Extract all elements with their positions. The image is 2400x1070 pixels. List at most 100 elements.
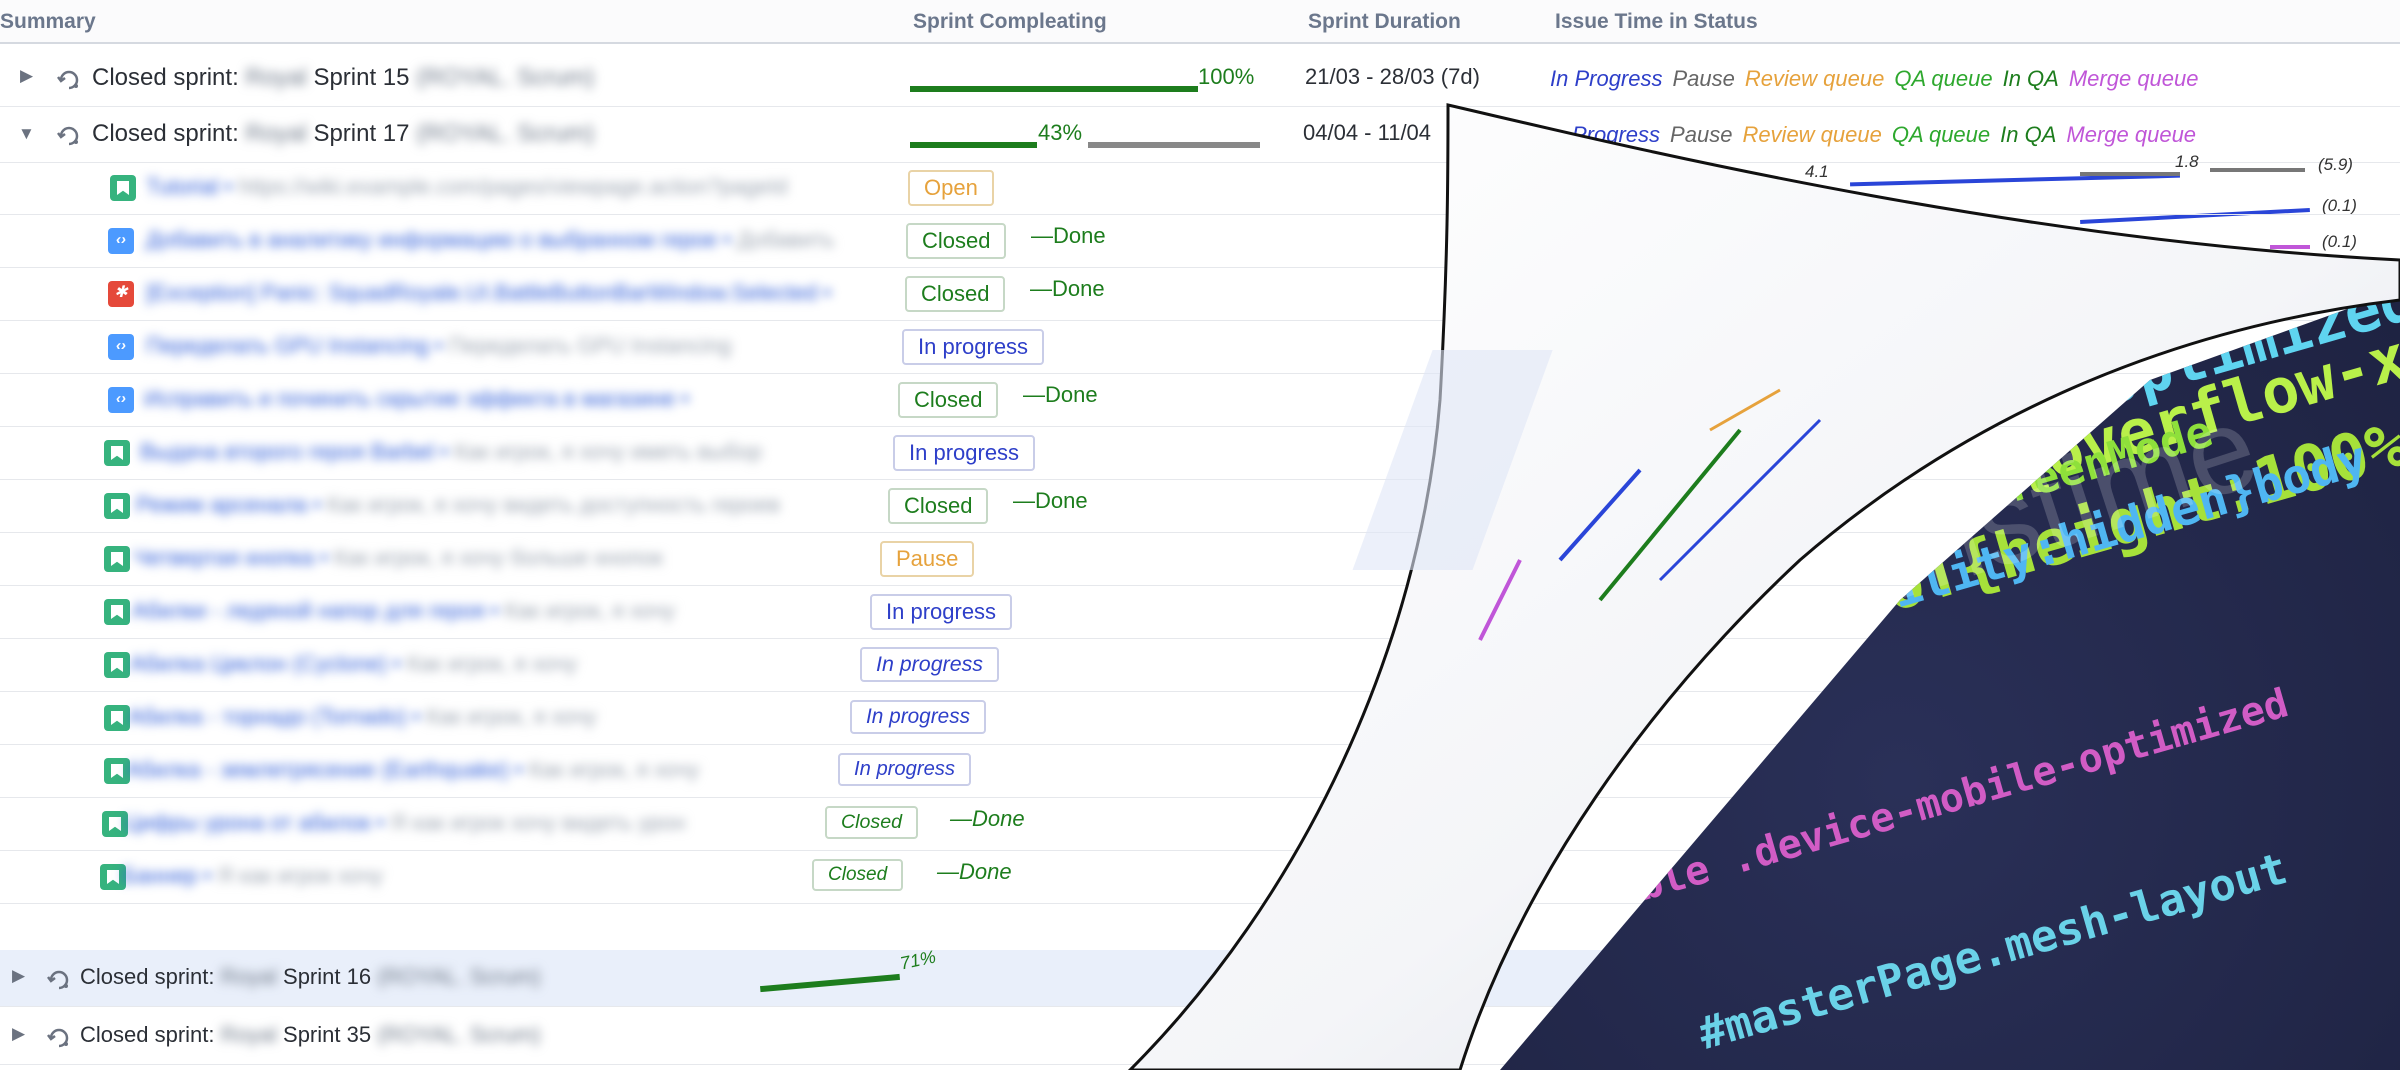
issue-title-text: Добавить в аналитику информацию о выбран… (146, 227, 718, 252)
issue-subtitle: Как игрок, я хочу больше кнопок (333, 545, 663, 570)
column-summary[interactable]: Summary (0, 10, 96, 34)
sprint-name[interactable]: Closed sprint: Royal Sprint 17 (ROYAL. S… (92, 120, 594, 148)
issue-subtitle: Как игрок, я хочу (528, 757, 700, 782)
issue-title-text: Режим арсенала (136, 492, 308, 517)
bug-type-icon: ✱ (108, 281, 134, 307)
issue-title[interactable]: Баннер • Я как игрок хочу (122, 863, 383, 889)
status-badge: Pause (880, 541, 975, 577)
issue-title-text: Исправить и починить скрытие эффекта в м… (144, 386, 676, 411)
done-label: —Done (1031, 223, 1106, 248)
status-badge: Closed (888, 488, 989, 524)
issue-title[interactable]: Исправить и починить скрытие эффекта в м… (144, 386, 689, 412)
done-label: —Done (950, 806, 1025, 831)
sprint-suffix: (ROYAL. Scrum) (416, 120, 595, 147)
status-qa-queue: QA queue (1891, 122, 1991, 147)
issue-title[interactable]: Выдача второго героя Barbel • Как игрок,… (140, 439, 762, 465)
issue-title[interactable]: Четвертая кнопка • Как игрок, я хочу бол… (134, 545, 663, 571)
issue-title[interactable]: Режим арсенала • Как игрок, я хочу видет… (136, 492, 780, 518)
issue-row[interactable]: Выдача второго героя Barbel • Как игрок,… (0, 427, 2400, 480)
issue-title[interactable]: [Exception] Panic: SquadRoyale.UI.Battle… (146, 280, 831, 306)
story-type-icon (104, 705, 130, 731)
sprint-suffix: (ROYAL. Scrum) (377, 1022, 541, 1047)
status-badge: Closed (906, 223, 1007, 259)
sprint-number: Sprint 16 (283, 964, 372, 989)
issue-subtitle: Как игрок, я хочу (504, 598, 676, 623)
sprint-suffix: (ROYAL. Scrum) (416, 64, 595, 91)
issue-title-text: Абилки - ледяной напор для героя (132, 598, 485, 623)
sprint-prefix: Royal (245, 64, 307, 91)
status-qa-queue: QA queue (1894, 66, 1993, 91)
issue-title[interactable]: Tutorial • https://wiki.example.com/page… (146, 174, 788, 200)
issue-title-text: Переделать GPU Instancing (146, 333, 429, 358)
screen: Summary Sprint Compleating Sprint Durati… (0, 0, 2400, 1070)
issue-row[interactable]: ‹› Исправить и починить скрытие эффекта в… (0, 374, 2400, 427)
expand-caret-icon[interactable]: ▶ (12, 966, 25, 986)
progress-bar-remaining (1088, 142, 1260, 148)
status-badge: Closed (812, 859, 904, 891)
sprint-name[interactable]: Closed sprint: Royal Sprint 16 (ROYAL. S… (80, 964, 541, 990)
issue-subtitle: https://wiki.example.com/pages/viewpage.… (238, 174, 788, 199)
sprint-number: Sprint 17 (313, 120, 410, 147)
issue-subtitle: Я как игрок хочу (217, 863, 383, 888)
expand-caret-icon[interactable]: ▶ (12, 1024, 25, 1044)
issue-title[interactable]: Абилка - торнадо (Tornado) • Как игрок, … (128, 704, 597, 730)
issue-row[interactable]: ✱ [Exception] Panic: SquadRoyale.UI.Battl… (0, 268, 2400, 321)
sprint-label: Closed sprint: (92, 120, 239, 147)
issue-row[interactable]: ‹› Добавить в аналитику информацию о выбр… (0, 215, 2400, 268)
status-badge: In progress (902, 329, 1045, 365)
sprint-row[interactable]: ▶ Closed sprint: Royal Sprint 15 (ROYAL.… (0, 50, 2400, 107)
sprint-label: Closed sprint: (80, 964, 215, 989)
sprint-icon (57, 70, 79, 90)
task-type-icon: ‹› (108, 228, 134, 254)
progress-bar-done (910, 142, 1037, 148)
sprint-name[interactable]: Closed sprint: Royal Sprint 15 (ROYAL. S… (92, 64, 594, 92)
issue-title[interactable]: Абилка Циклон (Cyclone) • Как игрок, я х… (130, 651, 577, 677)
status-review-queue: Review queue (1742, 122, 1882, 147)
issue-title[interactable]: Цифры урона от абилок • Я как игрок хочу… (124, 810, 686, 836)
issue-title-text: Tutorial (146, 174, 219, 199)
issue-subtitle: Я как игрок хочу видеть урон (390, 810, 686, 835)
issue-title[interactable]: Переделать GPU Instancing • Переделать G… (146, 333, 731, 359)
issue-title[interactable]: Добавить в аналитику информацию о выбран… (146, 227, 834, 253)
progress-percent: 71% (898, 946, 938, 974)
issue-title-text: Баннер (122, 863, 198, 888)
column-sprint-duration[interactable]: Sprint Duration (1308, 10, 1461, 34)
sprint-name[interactable]: Closed sprint: Royal Sprint 35 (ROYAL. S… (80, 1022, 541, 1048)
story-type-icon (104, 493, 130, 519)
column-issue-time-in-status[interactable]: Issue Time in Status (1555, 10, 1758, 34)
status-in-qa: In QA (2002, 66, 2059, 91)
status-badge: Closed (825, 806, 918, 839)
status-badge: In progress (893, 435, 1036, 471)
table-header: Summary Sprint Compleating Sprint Durati… (0, 0, 2400, 44)
status-badge: In progress (860, 647, 1000, 682)
issue-title-text: Выдача второго героя Barbel (140, 439, 435, 464)
issue-title[interactable]: Абилки - ледяной напор для героя • Как и… (132, 598, 675, 624)
status-in-progress: In Progress (1550, 66, 1663, 91)
status-timeline: In Progress Pause Review queue QA queue In Q… (1550, 66, 2209, 92)
issue-subtitle: Как игрок, я хочу (426, 704, 597, 729)
done-label: —Done (1013, 488, 1088, 513)
task-type-icon: ‹› (108, 387, 134, 413)
story-type-icon (104, 599, 130, 625)
issue-title-text: Цифры урона от абилок (124, 810, 371, 835)
issue-title-text: [Exception] Panic: SquadRoyale.UI.Battle… (146, 280, 818, 305)
status-timeline: Progress Pause Review queue QA queue In QA Me… (1572, 122, 2206, 148)
status-badge: In progress (838, 753, 971, 786)
collapse-caret-icon[interactable]: ▼ (18, 124, 35, 144)
sprint-label: Closed sprint: (92, 64, 239, 91)
status-merge-queue: Merge queue (2068, 66, 2199, 91)
issue-title-text: Абилка - землетрясение (Earthquake) (126, 757, 510, 782)
issue-row[interactable]: Tutorial • https://wiki.example.com/page… (0, 162, 2400, 215)
task-type-icon: ‹› (108, 334, 134, 360)
progress-bar-done (760, 973, 900, 993)
column-sprint-completing[interactable]: Sprint Compleating (913, 10, 1107, 34)
status-pause: Pause (1672, 66, 1735, 91)
status-review-queue: Review queue (1744, 66, 1885, 91)
issue-row[interactable]: ‹› Переделать GPU Instancing • Переделать… (0, 321, 2400, 374)
issue-title[interactable]: Абилка - землетрясение (Earthquake) • Ка… (126, 757, 699, 783)
status-badge: Closed (898, 382, 999, 418)
status-in-qa: In QA (2000, 122, 2057, 147)
expand-caret-icon[interactable]: ▶ (20, 66, 33, 86)
sprint-row[interactable]: ▼ Closed sprint: Royal Sprint 17 (ROYAL.… (0, 106, 2400, 163)
issue-title-text: Абилка Циклон (Cyclone) (130, 651, 388, 676)
